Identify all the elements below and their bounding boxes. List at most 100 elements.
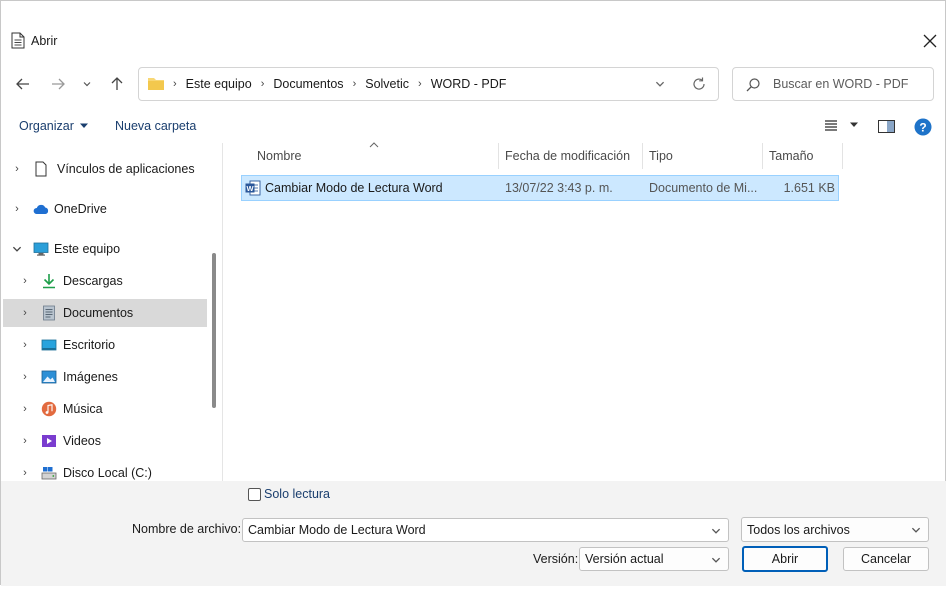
search-box[interactable]: Buscar en WORD - PDF — [732, 67, 934, 101]
navigation-pane: › Vínculos de aplicaciones › OneDrive Es… — [3, 143, 221, 481]
arrow-right-icon — [52, 78, 65, 90]
music-icon — [41, 401, 57, 417]
nav-item-label: Música — [63, 402, 103, 416]
nav-item-descargas[interactable]: › Descargas — [3, 267, 207, 295]
chevron-right-icon[interactable]: › — [19, 307, 31, 319]
column-modified-label: Fecha de modificación — [505, 149, 631, 163]
filename-value: Cambiar Modo de Lectura Word — [248, 523, 426, 537]
documents-icon — [43, 305, 55, 321]
chevron-right-icon: › — [352, 78, 357, 90]
read-only-checkbox[interactable] — [248, 488, 261, 501]
search-input[interactable]: Buscar en WORD - PDF — [773, 77, 908, 91]
command-bar: Organizar Nueva carpeta ? — [1, 111, 946, 143]
view-options-button[interactable] — [823, 118, 859, 132]
chevron-down-icon — [911, 527, 921, 533]
file-list: Nombre Fecha de modificación Tipo Tamaño… — [223, 142, 946, 481]
file-size: 1.651 KB — [783, 181, 835, 195]
close-button[interactable] — [915, 26, 945, 56]
filename-field[interactable]: Cambiar Modo de Lectura Word — [242, 518, 729, 542]
back-button[interactable] — [10, 71, 36, 97]
nav-item-imagenes[interactable]: › Imágenes — [3, 363, 207, 391]
read-only-label[interactable]: Solo lectura — [264, 487, 330, 501]
column-size-label: Tamaño — [769, 149, 814, 163]
cancel-button[interactable]: Cancelar — [843, 547, 929, 571]
open-button[interactable]: Abrir — [742, 546, 828, 572]
caret-down-icon — [79, 123, 88, 128]
help-icon[interactable]: ? — [914, 118, 932, 136]
svg-text:?: ? — [919, 120, 926, 134]
nav-item-videos[interactable]: › Videos — [3, 427, 207, 455]
nav-item-label: Imágenes — [63, 370, 118, 384]
file-type: Documento de Mi... — [649, 181, 758, 195]
refresh-icon[interactable] — [691, 76, 707, 92]
nav-item-onedrive[interactable]: › OneDrive — [3, 195, 207, 223]
chevron-down-icon[interactable] — [710, 525, 722, 537]
recent-locations-button[interactable] — [76, 71, 98, 97]
nav-item-label: Videos — [63, 434, 101, 448]
breadcrumb: › Este equipo › Documentos › Solvetic › … — [173, 68, 506, 100]
desktop-icon — [41, 339, 57, 351]
version-label: Versión: — [533, 552, 579, 566]
arrow-left-icon — [16, 78, 29, 90]
chevron-right-icon[interactable]: › — [19, 371, 31, 383]
up-button[interactable] — [104, 71, 130, 97]
breadcrumb-este-equipo[interactable]: Este equipo — [186, 77, 252, 91]
preview-pane-icon[interactable] — [878, 120, 895, 133]
breadcrumb-solvetic[interactable]: Solvetic — [365, 77, 409, 91]
document-icon — [35, 161, 47, 177]
folder-icon — [148, 78, 164, 90]
file-name: Cambiar Modo de Lectura Word — [265, 181, 443, 195]
breadcrumb-documentos[interactable]: Documentos — [273, 77, 343, 91]
file-row[interactable]: W Cambiar Modo de Lectura Word 13/07/22 … — [241, 175, 839, 201]
chevron-right-icon[interactable]: › — [19, 403, 31, 415]
cancel-button-label: Cancelar — [860, 552, 912, 566]
pictures-icon — [41, 370, 57, 384]
column-header-size[interactable]: Tamaño — [762, 143, 843, 169]
address-bar[interactable]: › Este equipo › Documentos › Solvetic › … — [138, 67, 719, 101]
read-only-row: Solo lectura — [1, 481, 946, 508]
nav-item-label: Vínculos de aplicaciones — [57, 162, 195, 176]
caret-down-icon — [850, 122, 858, 127]
videos-icon — [42, 435, 56, 447]
chevron-right-icon[interactable]: › — [19, 467, 31, 479]
organize-label: Organizar — [19, 119, 74, 133]
monitor-icon — [33, 242, 49, 256]
nav-item-este-equipo[interactable]: Este equipo — [3, 235, 207, 263]
nav-item-vinculos[interactable]: › Vínculos de aplicaciones — [3, 155, 207, 183]
open-dialog: Abrir › Este equipo › Documentos › Solve… — [0, 0, 946, 586]
nav-item-label: Este equipo — [54, 242, 121, 256]
nav-item-musica[interactable]: › Música — [3, 395, 207, 423]
new-folder-button[interactable]: Nueva carpeta — [115, 119, 196, 133]
svg-text:W: W — [246, 184, 254, 193]
column-header-modified[interactable]: Fecha de modificación — [498, 143, 643, 169]
chevron-down-icon — [83, 82, 91, 87]
nav-item-documentos[interactable]: › Documentos — [3, 299, 207, 327]
organize-button[interactable]: Organizar — [19, 119, 89, 133]
window-title: Abrir — [31, 34, 58, 48]
nav-item-escritorio[interactable]: › Escritorio — [3, 331, 207, 359]
chevron-down-icon[interactable] — [11, 243, 23, 255]
chevron-right-icon[interactable]: › — [19, 435, 31, 447]
nav-item-label: Descargas — [63, 274, 123, 288]
nav-scrollbar[interactable] — [212, 253, 216, 408]
search-icon — [746, 78, 760, 92]
nav-item-disco-local[interactable]: › Disco Local (C:) — [3, 459, 207, 481]
sort-ascending-icon — [369, 142, 379, 148]
chevron-right-icon[interactable]: › — [19, 275, 31, 287]
file-type-filter[interactable]: Todos los archivos — [741, 517, 929, 542]
chevron-down-icon[interactable] — [654, 78, 666, 90]
chevron-right-icon[interactable]: › — [11, 203, 23, 215]
download-icon — [43, 274, 55, 289]
close-icon — [923, 34, 937, 48]
dialog-footer: Nombre de archivo: Cambiar Modo de Lectu… — [1, 508, 946, 586]
chevron-right-icon[interactable]: › — [19, 339, 31, 351]
chevron-right-icon[interactable]: › — [11, 163, 23, 175]
nav-item-label: Escritorio — [63, 338, 116, 352]
version-select[interactable]: Versión actual — [579, 547, 729, 571]
nav-item-label: Disco Local (C:) — [63, 466, 152, 480]
breadcrumb-word-pdf[interactable]: WORD - PDF — [431, 77, 507, 91]
chevron-right-icon: › — [260, 78, 265, 90]
word-document-icon: W — [245, 180, 261, 196]
forward-button[interactable] — [45, 71, 71, 97]
column-header-type[interactable]: Tipo — [642, 143, 763, 169]
